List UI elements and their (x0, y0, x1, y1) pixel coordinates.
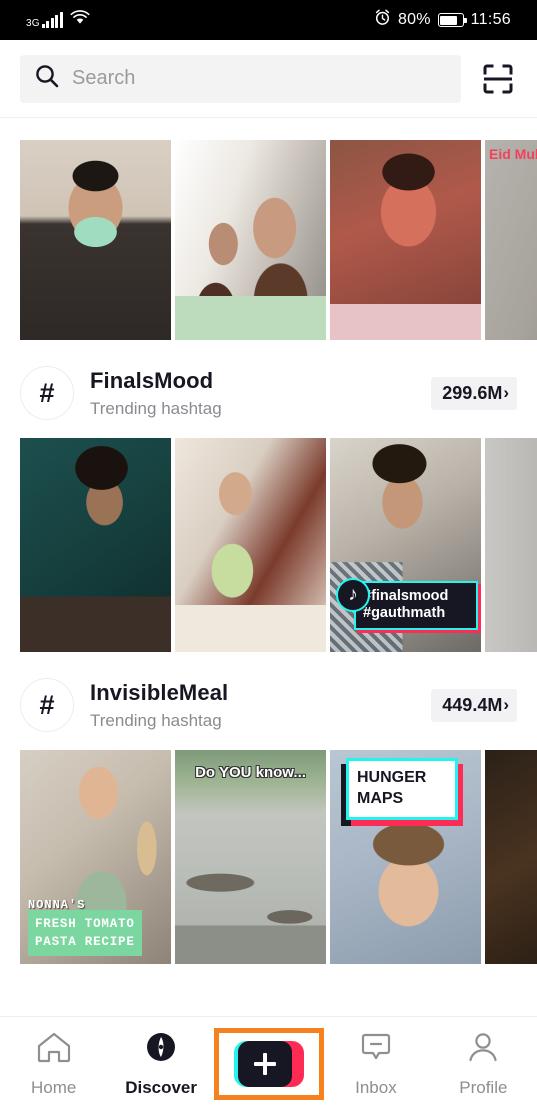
hashtag-section-header[interactable]: # InvisibleMeal Trending hashtag 449.4M … (0, 652, 537, 750)
search-placeholder: Search (72, 67, 136, 89)
video-thumbnail[interactable] (485, 750, 537, 964)
hashtag-view-count-badge[interactable]: 299.6M › (431, 376, 517, 410)
video-thumbnail[interactable] (485, 438, 537, 652)
status-bar-left: 3G (26, 10, 90, 30)
plus-create-icon[interactable] (233, 1041, 304, 1087)
video-overlay-caption: HUNGER MAPS (346, 758, 458, 820)
hashtag-view-count: 299.6M (442, 382, 503, 403)
overlay-line: FRESH TOMATO (35, 916, 135, 931)
hashtag-subtitle: Trending hashtag (90, 398, 222, 418)
video-thumbnail[interactable]: HUNGER MAPS (330, 750, 481, 964)
video-thumbnail[interactable] (175, 438, 326, 652)
nav-item-inbox[interactable]: Inbox (322, 1017, 429, 1111)
hashtag-name: FinalsMood (90, 367, 214, 393)
status-bar-right: 80% 11:56 (374, 9, 511, 31)
video-overlay-text: Do YOU know... (195, 764, 306, 781)
battery-icon (437, 13, 467, 27)
status-bar: 3G 80% 11:56 (0, 0, 537, 40)
chevron-right-icon: › (503, 383, 509, 402)
bottom-navigation-bar: Home Discover Inbox Profile (0, 1016, 537, 1111)
video-thumbnail[interactable]: NONNA'S FRESH TOMATO PASTA RECIPE (20, 750, 171, 964)
video-thumbnail[interactable]: Eid Mubarak (485, 140, 537, 340)
create-icon-core (237, 1041, 292, 1087)
search-icon (34, 63, 60, 94)
alarm-clock-icon (374, 9, 391, 31)
hashtag-video-row[interactable]: ♪ #finalsmood #gauthmath (0, 438, 537, 652)
hashtag-view-count-badge[interactable]: 449.4M › (431, 688, 517, 722)
nav-item-profile[interactable]: Profile (430, 1017, 537, 1111)
hashtag-video-row[interactable]: NONNA'S FRESH TOMATO PASTA RECIPE Do YOU… (0, 750, 537, 964)
inbox-message-icon (358, 1030, 394, 1069)
hashtag-icon: # (20, 366, 74, 420)
video-thumbnail[interactable] (330, 140, 481, 340)
signal-bars-icon (41, 11, 63, 28)
nav-item-discover[interactable]: Discover (107, 1017, 214, 1111)
overlay-line: #finalsmood (363, 587, 449, 604)
tiktok-note-icon: ♪ (336, 578, 370, 612)
hashtag-section-text: InvisibleMeal Trending hashtag (90, 680, 415, 731)
plus-glyph (253, 1053, 276, 1075)
search-header: Search (0, 40, 537, 118)
hashtag-icon: # (20, 678, 74, 732)
battery-percent-label: 80% (398, 11, 431, 28)
hashtag-section-header[interactable]: # FinalsMood Trending hashtag 299.6M › (0, 340, 537, 438)
nav-item-create[interactable] (213, 1017, 324, 1111)
video-thumbnail[interactable] (20, 140, 171, 340)
create-button-wrapper[interactable] (213, 1028, 324, 1100)
overlay-line: #gauthmath (363, 605, 446, 622)
video-overlay-caption: FRESH TOMATO PASTA RECIPE (28, 909, 142, 956)
nav-label-home: Home (31, 1078, 77, 1097)
top-video-row[interactable]: Eid Mubarak (0, 140, 537, 340)
hashtag-view-count: 449.4M (442, 694, 503, 715)
video-thumbnail[interactable]: Do YOU know... (175, 750, 326, 964)
video-thumbnail[interactable] (20, 438, 171, 652)
nav-label-discover: Discover (125, 1078, 198, 1097)
tiktok-discover-screen: 3G 80% 11:56 Search Eid Mu # FinalsMood … (0, 0, 537, 1111)
search-input[interactable]: Search (20, 54, 461, 103)
video-caption: Eid Mubarak (489, 146, 537, 162)
video-thumbnail[interactable]: ♪ #finalsmood #gauthmath (330, 438, 481, 652)
nav-label-inbox: Inbox (355, 1078, 397, 1097)
hashtag-name: InvisibleMeal (90, 679, 229, 705)
nav-item-home[interactable]: Home (0, 1017, 107, 1111)
qr-scan-icon[interactable] (479, 60, 517, 98)
hashtag-subtitle: Trending hashtag (90, 710, 222, 730)
wifi-icon (70, 10, 90, 30)
nav-label-profile: Profile (459, 1078, 508, 1097)
video-hashtag-overlay: #finalsmood #gauthmath (354, 580, 478, 630)
overlay-line: MAPS (357, 789, 404, 807)
overlay-line: HUNGER (357, 769, 427, 786)
overlay-line: PASTA RECIPE (35, 934, 135, 949)
clock-label: 11:56 (470, 11, 511, 28)
home-icon (36, 1030, 72, 1069)
video-thumbnail[interactable] (175, 140, 326, 340)
person-icon (465, 1030, 501, 1069)
compass-icon (143, 1030, 179, 1069)
chevron-right-icon: › (503, 695, 509, 714)
network-type-label: 3G (26, 18, 40, 29)
hashtag-section-text: FinalsMood Trending hashtag (90, 368, 415, 419)
